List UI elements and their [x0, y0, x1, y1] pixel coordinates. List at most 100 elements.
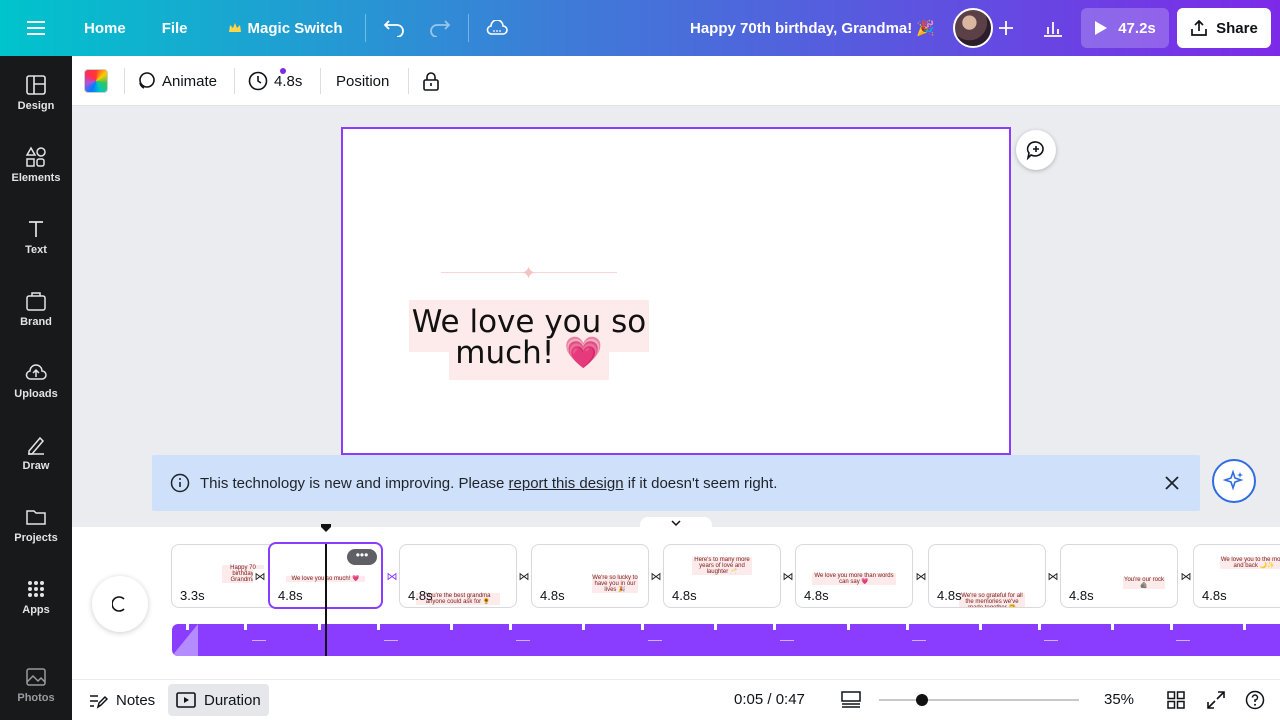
spinner-icon — [112, 596, 125, 612]
sidebar-item-label: Projects — [14, 532, 58, 544]
add-comment-button[interactable] — [1016, 130, 1056, 170]
scene-duration: 4.8s — [408, 588, 433, 603]
notes-label: Notes — [116, 691, 156, 709]
transition-icon[interactable]: ⋈ — [517, 569, 531, 583]
divider — [124, 68, 125, 94]
home-link[interactable]: Home — [72, 10, 138, 46]
sidebar-item-label: Draw — [22, 460, 50, 472]
duration-toggle[interactable]: Duration — [168, 684, 269, 716]
audio-wave-mark — [1176, 640, 1190, 641]
zoom-slider-track[interactable] — [879, 699, 1079, 701]
context-toolbar: Animate 4.8s Position — [72, 56, 1280, 106]
design-title[interactable]: Happy 70th birthday, Grandma! 🎉 — [690, 19, 935, 37]
layout-view-icon — [841, 691, 861, 708]
scene-thumbnail[interactable]: We love you to the moon and back 🌙✨ 4.8s — [1193, 544, 1280, 608]
invite-button[interactable] — [986, 8, 1026, 48]
menu-button[interactable] — [0, 0, 72, 56]
sidebar-item-photos[interactable]: Photos — [0, 666, 72, 720]
text-color-swatch[interactable] — [84, 69, 108, 93]
sidebar-item-draw[interactable]: Draw — [0, 434, 72, 494]
close-icon[interactable] — [1164, 475, 1180, 491]
draw-icon — [28, 436, 45, 455]
transition-icon[interactable]: ⋈ — [1046, 569, 1060, 583]
audio-beat-marker — [641, 624, 644, 630]
animate-icon — [139, 72, 155, 89]
headline-text[interactable]: We love you so much! 💗 — [403, 307, 655, 369]
present-play-button[interactable]: 47.2s — [1081, 8, 1169, 48]
sidebar-item-label: Photos — [17, 692, 55, 704]
audio-wave-mark — [252, 640, 266, 641]
scene-thumbnail[interactable]: You're our rock 🪨 4.8s — [1060, 544, 1178, 608]
lock-button[interactable] — [422, 56, 440, 106]
banner-text: if it doesn't seem right. — [627, 474, 778, 492]
sidebar-item-design[interactable]: Design — [0, 74, 72, 134]
sidebar-item-elements[interactable]: Elements — [0, 146, 72, 206]
magic-assistant-button[interactable] — [1212, 459, 1256, 503]
transition-icon[interactable]: ⋈ — [649, 569, 663, 583]
notes-button[interactable]: Notes — [80, 684, 163, 716]
transition-icon[interactable]: ⋈ — [781, 569, 795, 583]
fullscreen-button[interactable] — [1205, 689, 1227, 711]
sidebar-item-text[interactable]: Text — [0, 218, 72, 278]
audio-fade — [172, 624, 198, 656]
zoom-level[interactable]: 35% — [1104, 691, 1134, 708]
redo-button[interactable] — [422, 10, 458, 46]
file-menu[interactable]: File — [150, 10, 200, 46]
animate-button[interactable]: Animate — [136, 56, 286, 106]
grid-view-button[interactable] — [1165, 689, 1187, 711]
animate-label: Animate — [162, 72, 218, 90]
audio-beat-marker — [377, 624, 380, 630]
sidebar-item-apps[interactable]: Apps — [0, 578, 72, 638]
timeline-collapse-handle[interactable] — [640, 517, 712, 531]
insights-button[interactable] — [1033, 8, 1073, 48]
sidebar-item-brand[interactable]: Brand — [0, 290, 72, 350]
sidebar-item-label: Design — [17, 100, 55, 112]
report-design-link[interactable]: report this design — [509, 475, 624, 492]
scene-thumbnail[interactable]: We're so grateful for all the memories w… — [928, 544, 1046, 608]
audio-beat-marker — [906, 624, 909, 630]
divider — [408, 68, 409, 94]
audio-beat-marker — [847, 624, 850, 630]
folder-icon — [26, 510, 46, 525]
audio-beat-marker — [186, 624, 189, 630]
save-status-button[interactable] — [479, 10, 515, 46]
scene-thumbnail[interactable]: We're so lucky to have you in our lives … — [531, 544, 649, 608]
help-button[interactable] — [1244, 689, 1266, 711]
scene-thumbnail[interactable]: Here's to many more years of love and la… — [663, 544, 781, 608]
headline-line: much! 💗 — [455, 335, 603, 371]
audio-track[interactable] — [172, 624, 1280, 656]
photo-icon — [26, 668, 46, 686]
info-banner: This technology is new and improving. Pl… — [152, 455, 1200, 511]
transition-icon[interactable]: ⋈ — [385, 569, 399, 583]
sidebar-item-projects[interactable]: Projects — [0, 506, 72, 566]
design-page[interactable]: ✦ We love you so much! 💗 — [341, 127, 1011, 455]
transition-icon[interactable]: ⋈ — [253, 569, 267, 583]
sidebar-item-uploads[interactable]: Uploads — [0, 362, 72, 422]
sparkle-icon: ✦ — [521, 263, 537, 283]
scene-more-button[interactable]: ••• — [347, 549, 377, 565]
duration-button[interactable]: 4.8s — [248, 56, 302, 106]
audio-beat-marker — [318, 624, 321, 630]
transition-icon[interactable]: ⋈ — [1179, 569, 1193, 583]
audio-wave-mark — [780, 640, 794, 641]
position-button[interactable]: Position — [336, 56, 389, 106]
scene-thumbnail[interactable]: You're the best grandma anyone could ask… — [399, 544, 517, 608]
share-button[interactable]: Share — [1177, 8, 1271, 48]
scene-preview: We love you to the moon and back 🌙✨ — [1220, 557, 1280, 569]
page-view-button[interactable] — [840, 689, 862, 711]
playhead-handle[interactable] — [320, 523, 332, 533]
magic-switch-button[interactable]: Magic Switch — [216, 10, 355, 46]
audio-beat-marker — [714, 624, 717, 630]
audio-beat-marker — [1038, 624, 1041, 630]
transition-icon[interactable]: ⋈ — [914, 569, 928, 583]
scene-preview: We're so lucky to have you in our lives … — [592, 575, 638, 593]
divider — [320, 68, 321, 94]
brand-icon — [26, 292, 46, 311]
undo-button[interactable] — [376, 10, 412, 46]
zoom-slider-handle[interactable] — [916, 694, 929, 706]
text-icon — [29, 221, 43, 237]
video-play-icon — [176, 692, 196, 708]
grid-icon — [1167, 691, 1185, 709]
playhead[interactable] — [325, 544, 327, 656]
scene-thumbnail[interactable]: We love you more than words can say 💗 4.… — [795, 544, 913, 608]
